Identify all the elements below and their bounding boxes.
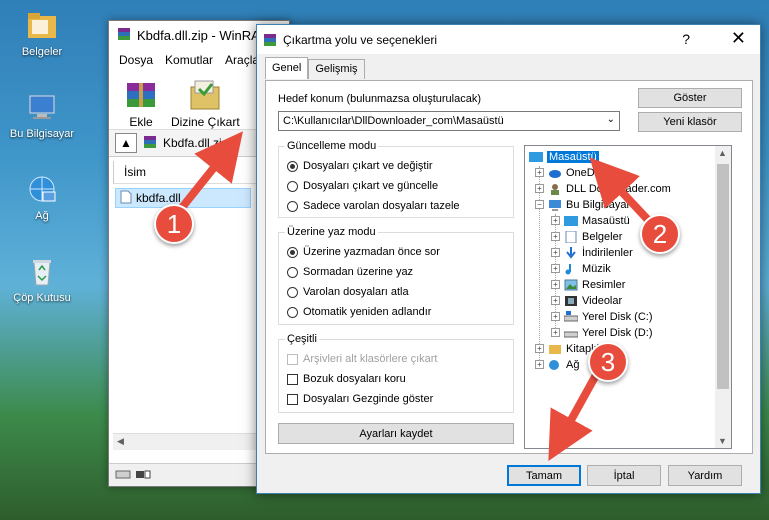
step-number: 2 [652,218,668,249]
arrow-to-desktop-folder [589,157,653,225]
arrow-to-ok-button [548,373,600,461]
arrow-to-extract-button [176,131,243,213]
step-number: 3 [600,346,616,377]
step-marker-1: 1 [154,204,194,244]
step-marker-2: 2 [640,214,680,254]
tab-general[interactable]: Genel [265,57,309,79]
step-number: 1 [166,208,182,239]
step-marker-3: 3 [588,342,628,382]
tutorial-arrows [176,131,653,461]
